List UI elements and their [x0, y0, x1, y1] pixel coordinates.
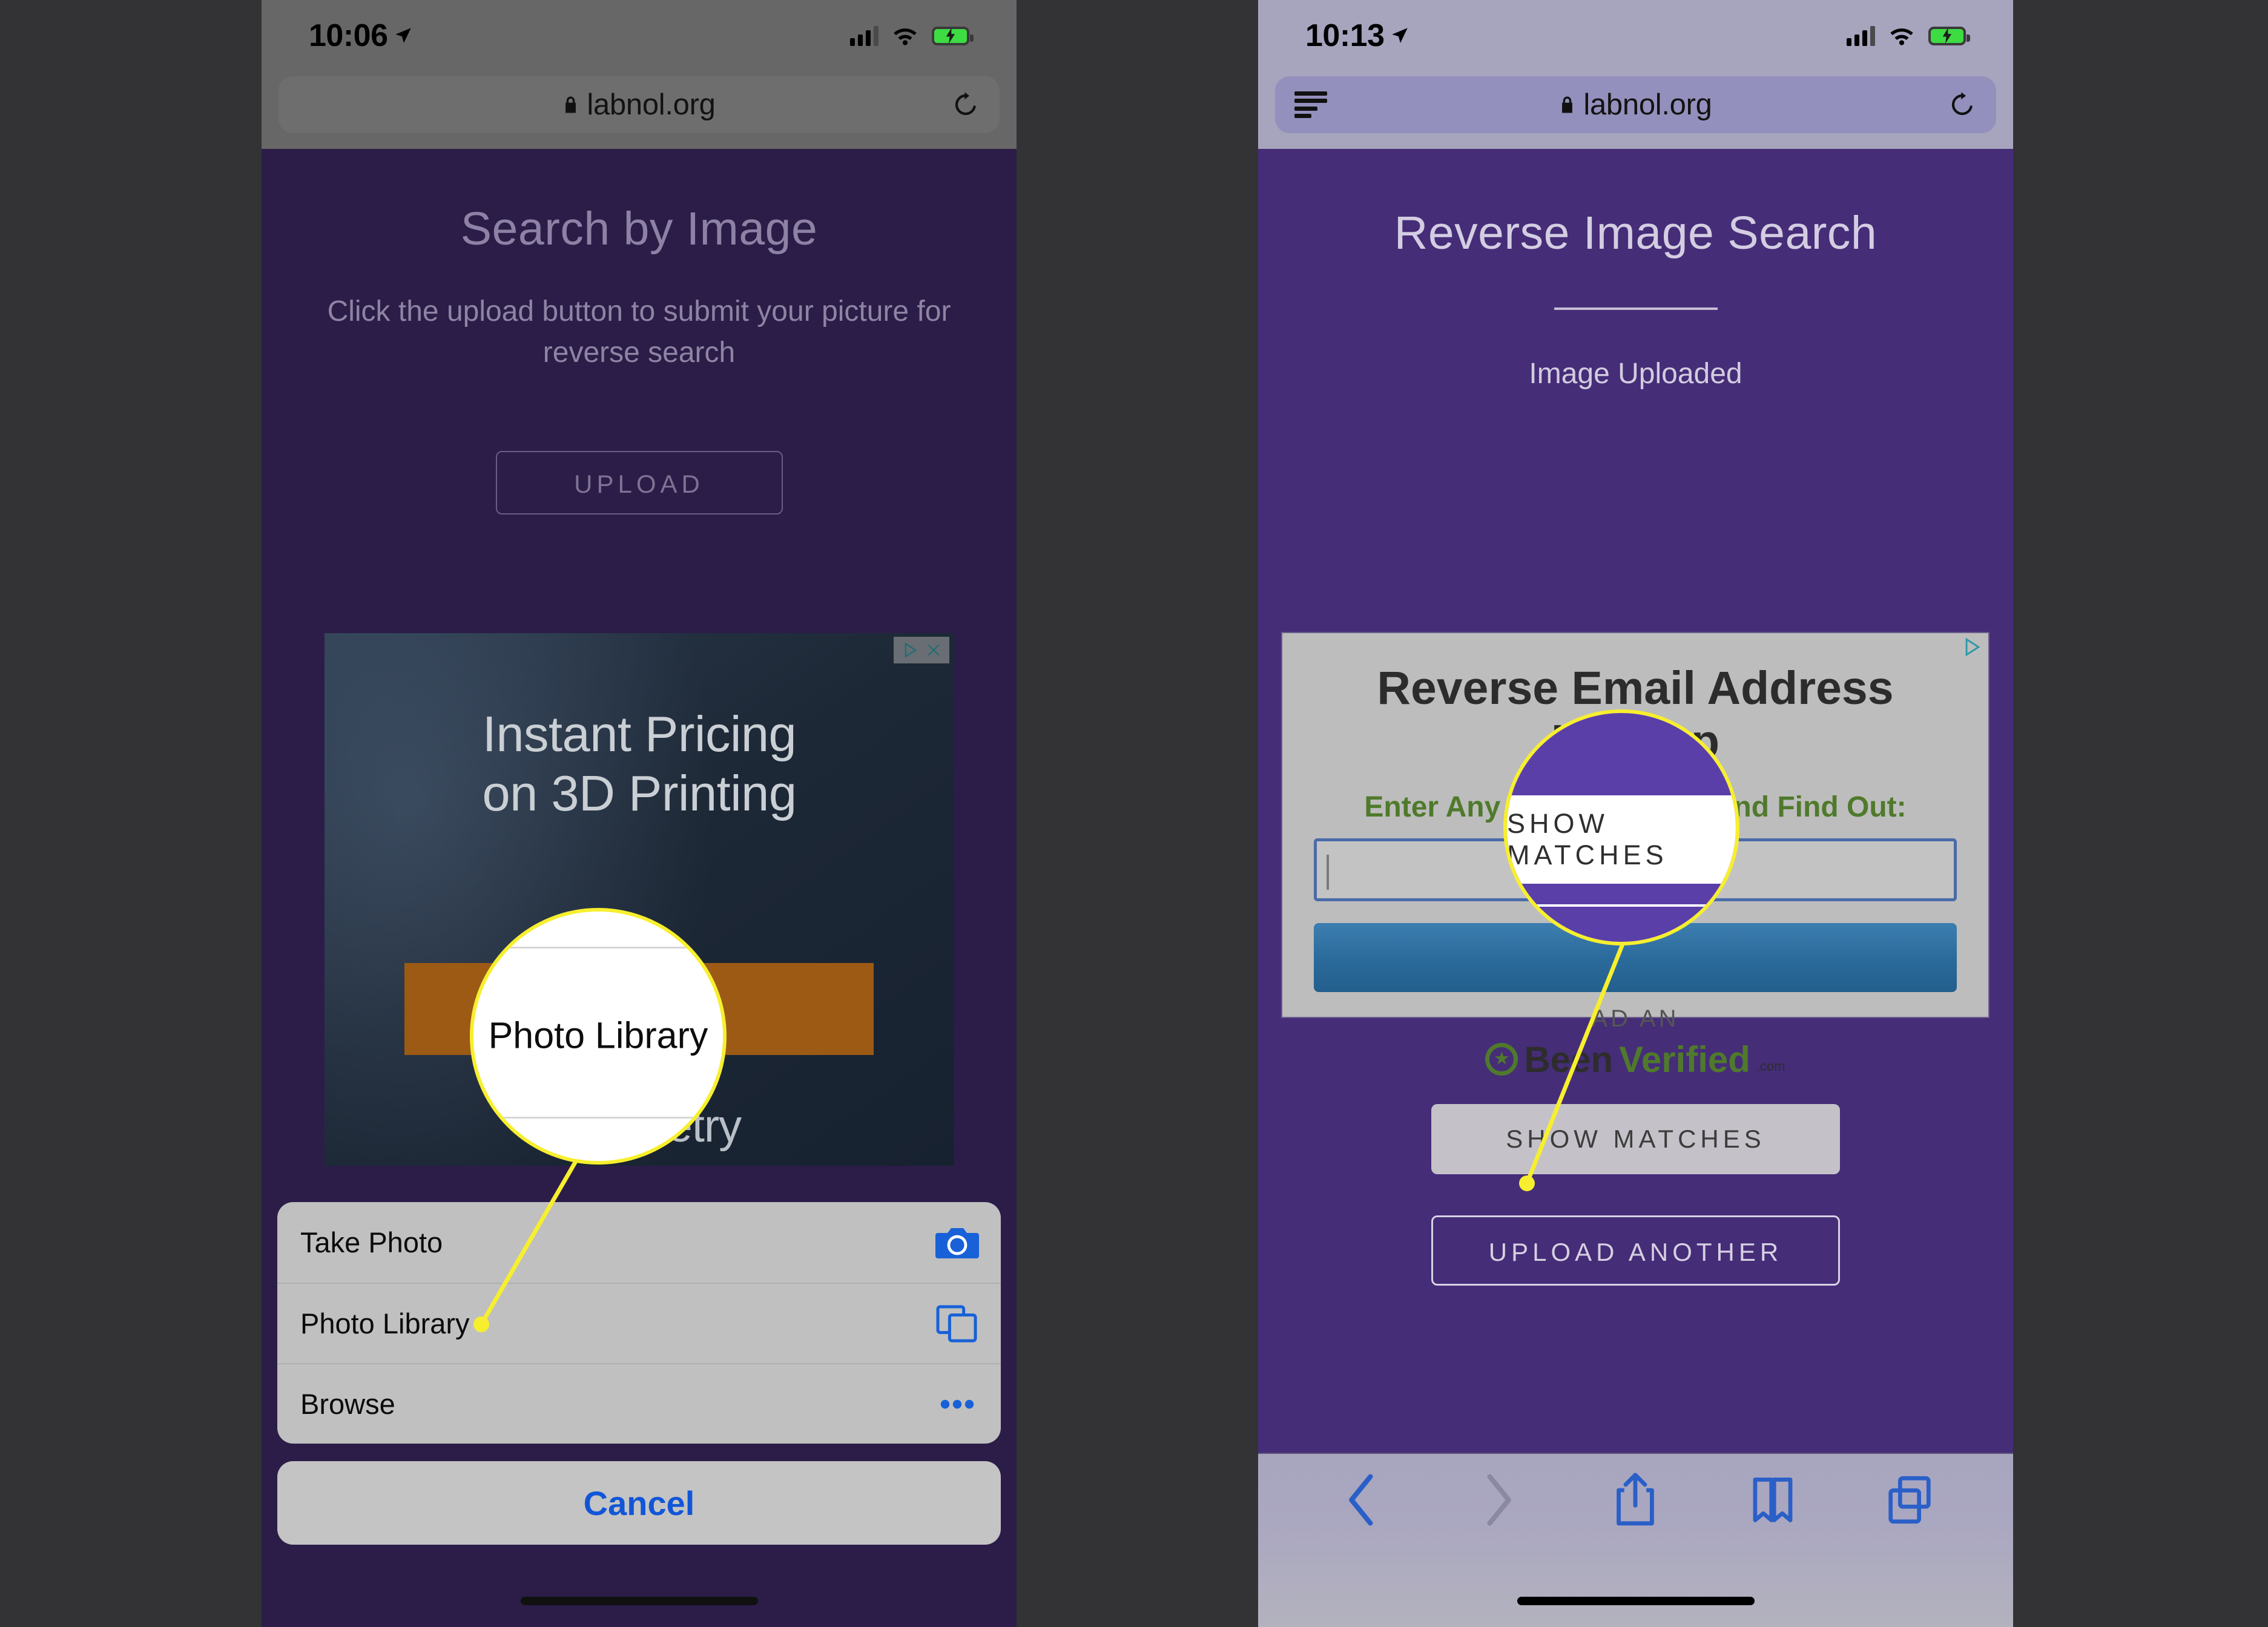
status-bar-clock: 10:13 [1305, 18, 1410, 54]
url-bar[interactable]: labnol.org [1275, 76, 1996, 133]
text-caret [1327, 854, 1329, 890]
clock-time: 10:06 [309, 18, 388, 53]
lock-icon [1562, 96, 1573, 113]
status-bar-indicators [1847, 25, 1970, 46]
status-bar: 10:13 [1258, 0, 2013, 71]
upload-status-text: Image Uploaded [1529, 358, 1742, 390]
action-sheet-item-label: Browse [300, 1388, 395, 1420]
ad-title-line-1: Reverse Email Address [1377, 662, 1894, 714]
ellipsis-icon [940, 1399, 974, 1408]
photos-library-icon [936, 1304, 977, 1343]
lock-icon [565, 96, 576, 113]
chevron-left-icon[interactable] [1339, 1471, 1385, 1529]
url-text: labnol.org [1583, 88, 1712, 121]
magnifier-label: SHOW MATCHES [1507, 808, 1668, 870]
clock-time: 10:13 [1305, 18, 1385, 53]
tabs-icon[interactable] [1887, 1471, 1933, 1529]
upload-another-button[interactable]: UPLOAD ANOTHER [1431, 1215, 1840, 1286]
wifi-icon [1890, 28, 1913, 45]
url-text: labnol.org [587, 88, 716, 121]
magnifier-callout-photo-library: Photo Library [470, 908, 727, 1165]
action-sheet-item-photo-library[interactable]: Photo Library [277, 1283, 1001, 1363]
aa-page-settings-icon[interactable] [1294, 91, 1327, 118]
bookmarks-icon[interactable] [1750, 1471, 1796, 1529]
url-display: labnol.org [1275, 88, 1996, 122]
action-sheet-item-label: Photo Library [300, 1307, 470, 1339]
url-display: labnol.org [279, 88, 1000, 122]
reload-icon[interactable] [951, 90, 980, 119]
share-icon[interactable] [1612, 1471, 1658, 1529]
screenshot-stage: 10:06 labnol.org Search by Image Click t… [0, 0, 2268, 1627]
location-arrow-icon [395, 28, 411, 44]
magnifier-content: Photo Library [473, 912, 723, 1161]
browser-url-bar-container: labnol.org [1258, 71, 2013, 149]
wifi-icon [894, 28, 917, 45]
magnifier-label: Photo Library [488, 1014, 708, 1056]
adchoices-icon[interactable] [1962, 637, 1983, 657]
action-sheet-item-browse[interactable]: Browse [277, 1363, 1001, 1444]
ad-footer-text: AD AN [1591, 1005, 1680, 1032]
magnifier-separator-top [473, 947, 723, 948]
home-indicator [1517, 1597, 1755, 1605]
cellular-bars-icon [1847, 25, 1875, 46]
magnifier-callout-show-matches: SHOW MATCHES [1503, 709, 1739, 945]
status-bar-indicators [850, 25, 974, 46]
reload-icon[interactable] [1948, 90, 1977, 119]
magnifier-separator-bottom [473, 1117, 723, 1119]
magnifier-content: SHOW MATCHES [1507, 713, 1736, 942]
camera-icon [935, 1228, 979, 1258]
safari-bottom-toolbar [1258, 1453, 2013, 1627]
cancel-button-label: Cancel [583, 1484, 695, 1522]
magnifier-button-band: SHOW MATCHES [1507, 795, 1736, 884]
left-phone-screenshot: 10:06 labnol.org Search by Image Click t… [262, 0, 1017, 1627]
cellular-bars-icon [850, 25, 879, 46]
status-bar-clock: 10:06 [309, 18, 414, 54]
location-arrow-icon [1391, 28, 1408, 44]
url-bar[interactable]: labnol.org [279, 76, 1000, 133]
show-matches-button[interactable]: SHOW MATCHES [1431, 1104, 1840, 1174]
chevron-right-icon [1487, 1474, 1512, 1526]
battery-charging-icon [1928, 26, 1970, 45]
home-indicator [520, 1597, 758, 1605]
battery-charging-icon [932, 26, 974, 45]
cancel-button[interactable]: Cancel [277, 1461, 1001, 1545]
status-bar: 10:06 [262, 0, 1017, 71]
action-sheet-item-take-photo[interactable]: Take Photo [277, 1202, 1001, 1283]
browser-url-bar-container: labnol.org [262, 71, 1017, 149]
page-title: Reverse Image Search [1394, 207, 1877, 259]
action-sheet: Take Photo Photo Library Browse [277, 1202, 1001, 1444]
action-sheet-item-label: Take Photo [300, 1226, 443, 1258]
toolbar-icons [1258, 1454, 2013, 1529]
magnifier-hairline [1507, 904, 1736, 907]
